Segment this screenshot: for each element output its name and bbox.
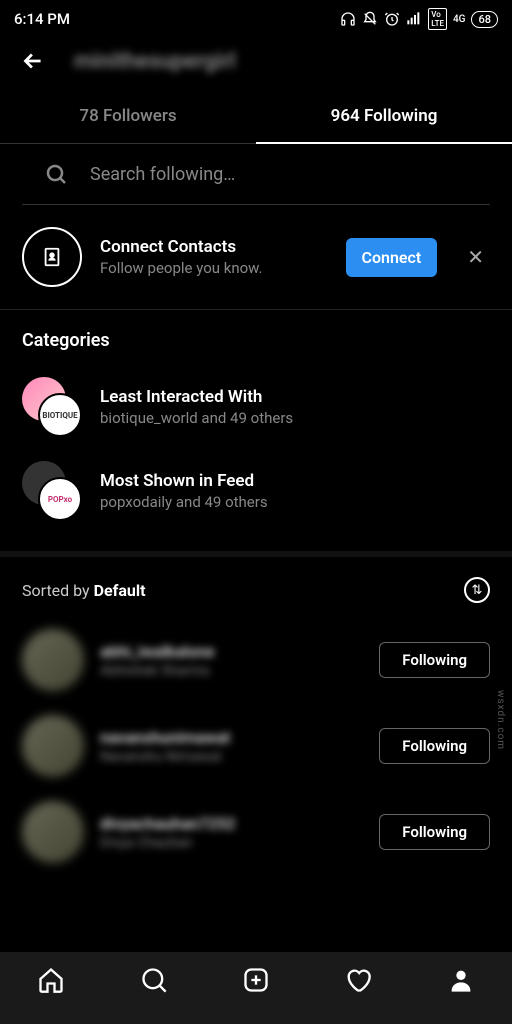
volte-icon: VoLTE [428,8,447,30]
status-time: 6:14 PM [14,10,70,28]
category-title: Most Shown in Feed [100,471,490,491]
user-row[interactable]: abhi_iwalkalone Abhishek Sharma Followin… [0,617,512,703]
connect-contacts-card: Connect Contacts Follow people you know.… [0,205,512,310]
user-handle: abhi_iwalkalone [100,642,363,661]
category-subtitle: popxodaily and 49 others [100,493,490,511]
user-handle: divyachauhan7252 [100,814,363,833]
user-name: Abhishek Sharma [100,663,363,679]
category-avatars: BIOTIQUE [22,377,82,437]
category-least-interacted[interactable]: BIOTIQUE Least Interacted With biotique_… [0,365,512,449]
contacts-icon [22,227,82,287]
sort-icon[interactable]: ⇅ [464,577,490,603]
heart-icon[interactable] [344,966,372,994]
battery-indicator: 68 [471,11,498,28]
connect-title: Connect Contacts [100,237,328,257]
sort-label: Sorted by Default [22,581,146,600]
following-button[interactable]: Following [379,814,490,850]
tabs: 78 Followers 964 Following [0,92,512,144]
home-icon[interactable] [37,966,65,994]
search-input[interactable] [90,164,468,185]
avatar [22,801,84,863]
search-icon [44,162,68,186]
bottom-nav [0,952,512,1024]
network-icon: 4G [453,14,466,25]
user-handle: navanshunimawat [100,728,363,747]
user-row[interactable]: navanshunimawat Navanshu Nimawat Followi… [0,703,512,789]
user-name: Navanshu Nimawat [100,749,363,765]
profile-username: minithesupergirl [74,49,236,74]
category-most-shown[interactable]: POPxo Most Shown in Feed popxodaily and … [0,449,512,533]
watermark: wsxdn.com [495,690,506,750]
connect-subtitle: Follow people you know. [100,259,328,277]
header: minithesupergirl [0,34,512,92]
user-name: Divya Chauhan [100,835,363,851]
tab-following[interactable]: 964 Following [256,92,512,144]
profile-icon[interactable] [447,966,475,994]
tab-followers[interactable]: 78 Followers [0,92,256,144]
status-icons: VoLTE 4G 68 [340,8,498,30]
avatar [22,715,84,777]
avatar [22,629,84,691]
following-button[interactable]: Following [379,728,490,764]
create-icon[interactable] [242,966,270,994]
status-bar: 6:14 PM VoLTE 4G 68 [0,0,512,34]
sort-row[interactable]: Sorted by Default ⇅ [0,557,512,617]
headphones-icon [340,11,356,27]
categories-section: Categories BIOTIQUE Least Interacted Wit… [0,310,512,557]
category-avatars: POPxo [22,461,82,521]
categories-heading: Categories [0,310,512,365]
close-icon[interactable]: ✕ [455,245,490,269]
signal-icon [406,11,422,27]
connect-text: Connect Contacts Follow people you know. [100,237,328,277]
back-arrow-icon[interactable] [20,48,46,74]
category-title: Least Interacted With [100,387,490,407]
search-row [22,144,490,205]
alarm-icon [384,11,400,27]
user-row[interactable]: divyachauhan7252 Divya Chauhan Following [0,789,512,875]
category-subtitle: biotique_world and 49 others [100,409,490,427]
search-nav-icon[interactable] [140,966,168,994]
following-button[interactable]: Following [379,642,490,678]
mute-icon [362,11,378,27]
connect-button[interactable]: Connect [346,238,438,277]
